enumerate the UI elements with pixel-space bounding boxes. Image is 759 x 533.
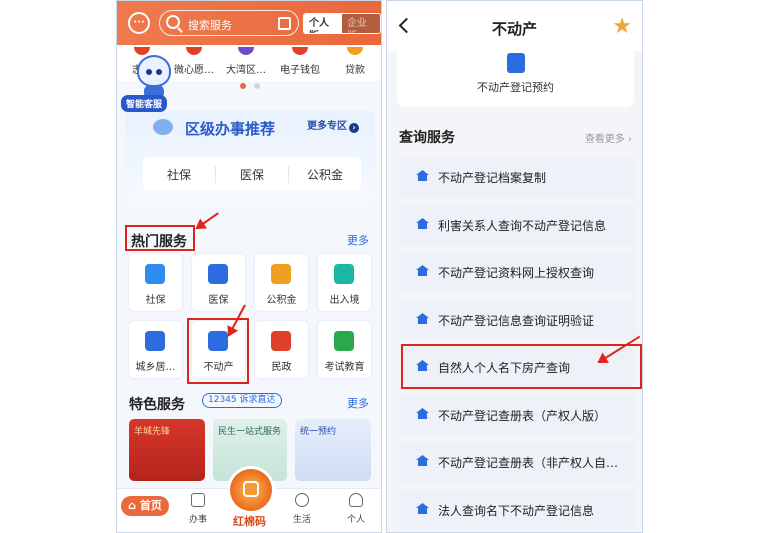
featured-card[interactable]: 羊城先锋	[129, 419, 205, 481]
right-screen: 不动产 ★ 不动产登记预约 查询服务 查看更多 › 不动产登记档案复制 利害关系…	[386, 0, 643, 533]
house-icon	[416, 503, 429, 514]
kapok-code-button[interactable]	[230, 469, 272, 511]
house-icon	[416, 313, 429, 324]
left-screen: ··· 搜索服务 个人版 企业版 志… 微心愿… 大湾区… 电子钱包 贷款 区级…	[116, 0, 382, 533]
service-tile-social-security[interactable]: 社保	[129, 254, 182, 311]
house-icon	[145, 331, 165, 351]
quick-item[interactable]: 微心愿…	[171, 47, 217, 76]
checklist-icon	[191, 493, 205, 507]
house-icon	[416, 455, 429, 466]
search-placeholder: 搜索服务	[188, 19, 232, 32]
house-icon	[416, 218, 429, 229]
nav-work[interactable]: 办事	[181, 493, 215, 525]
nav-home[interactable]: ⌂ 首页	[121, 496, 169, 516]
passport-icon	[334, 264, 354, 284]
query-item[interactable]: 不动产登记查册表（产权人版）	[401, 395, 636, 435]
house-coin-icon	[271, 264, 291, 284]
highlight-box	[187, 318, 249, 384]
house-icon	[416, 170, 429, 181]
query-item[interactable]: 不动产登记档案复制	[401, 157, 636, 197]
query-item[interactable]: 法人查询名下不动产登记信息	[401, 490, 636, 530]
search-icon	[166, 15, 180, 29]
hotline-pill[interactable]: 12345 诉求直达	[202, 393, 282, 408]
card-icon	[208, 264, 228, 284]
highlight-box	[401, 344, 642, 389]
house-icon	[416, 408, 429, 419]
service-tile-civil-affairs[interactable]: 民政	[255, 321, 308, 378]
nav-me[interactable]: 个人	[339, 493, 373, 525]
page-dot-active	[240, 83, 246, 89]
megaphone-icon	[153, 119, 173, 135]
search-input[interactable]: 搜索服务	[159, 10, 299, 36]
person-icon	[349, 493, 363, 507]
query-item[interactable]: 不动产登记查册表（非产权人自…	[401, 442, 636, 482]
document-check-icon	[507, 53, 525, 73]
banner-more-link[interactable]: 更多专区 ›	[307, 117, 359, 133]
banner-tab[interactable]: 社保	[143, 165, 216, 183]
featured-services-title: 特色服务	[129, 397, 185, 413]
district-banner[interactable]: 区级办事推荐 更多专区 › 社保 医保 公积金	[125, 111, 375, 203]
annotation-arrow	[196, 212, 219, 229]
version-switch[interactable]: 个人版 企业版	[303, 13, 381, 34]
banner-tab[interactable]: 公积金	[289, 166, 361, 183]
service-tile-exam-education[interactable]: 考试教育	[318, 321, 371, 378]
assistant-tag[interactable]: 智能客服	[121, 95, 168, 112]
version-business[interactable]: 企业版	[342, 14, 380, 33]
banner-title: 区级办事推荐	[185, 120, 276, 138]
query-item[interactable]: 不动产登记信息查询证明验证	[401, 300, 636, 340]
banner-tabs: 社保 医保 公积金	[143, 157, 361, 191]
shield-icon	[145, 264, 165, 284]
qr-icon	[243, 481, 259, 497]
query-more-link[interactable]: 查看更多 ›	[585, 130, 632, 145]
app-header: ··· 搜索服务 个人版 企业版	[117, 1, 381, 45]
graduation-cap-icon	[334, 331, 354, 351]
people-icon	[271, 331, 291, 351]
query-item[interactable]: 不动产登记资料网上授权查询	[401, 252, 636, 292]
appointment-label: 不动产登记预约	[477, 81, 554, 94]
query-services-title: 查询服务	[399, 130, 455, 146]
scan-icon[interactable]	[278, 17, 291, 30]
featured-card[interactable]: 统一预约	[295, 419, 371, 481]
page-dot	[254, 83, 260, 89]
service-tile-medical[interactable]: 医保	[192, 254, 245, 311]
arrow-right-icon: ›	[349, 123, 359, 133]
service-tile-housing-fund[interactable]: 公积金	[255, 254, 308, 311]
compass-icon	[295, 493, 309, 507]
favorite-star-icon[interactable]: ★	[612, 16, 632, 38]
featured-more-link[interactable]: 更多	[347, 395, 369, 411]
kapok-code-label: 红棉码	[233, 515, 266, 528]
version-personal[interactable]: 个人版	[304, 14, 342, 33]
quick-item[interactable]: 贷款	[332, 47, 378, 76]
highlight-box	[125, 225, 195, 251]
house-icon	[416, 265, 429, 276]
home-icon: ⌂	[128, 499, 140, 512]
appointment-card[interactable]: 不动产登记预约	[397, 51, 634, 107]
chat-icon[interactable]: ···	[128, 12, 150, 34]
nav-life[interactable]: 生活	[285, 493, 319, 525]
quick-item[interactable]: 大湾区…	[223, 47, 269, 76]
quick-item[interactable]: 电子钱包	[277, 47, 323, 76]
page-header: 不动产 ★	[387, 1, 642, 51]
service-tile-urban-rural[interactable]: 城乡居…	[129, 321, 182, 378]
page-title: 不动产	[491, 20, 537, 38]
query-item[interactable]: 利害关系人查询不动产登记信息	[401, 205, 636, 245]
service-tile-exit-entry[interactable]: 出入境	[318, 254, 371, 311]
hot-more-link[interactable]: 更多	[347, 232, 369, 248]
banner-tab[interactable]: 医保	[216, 165, 289, 183]
